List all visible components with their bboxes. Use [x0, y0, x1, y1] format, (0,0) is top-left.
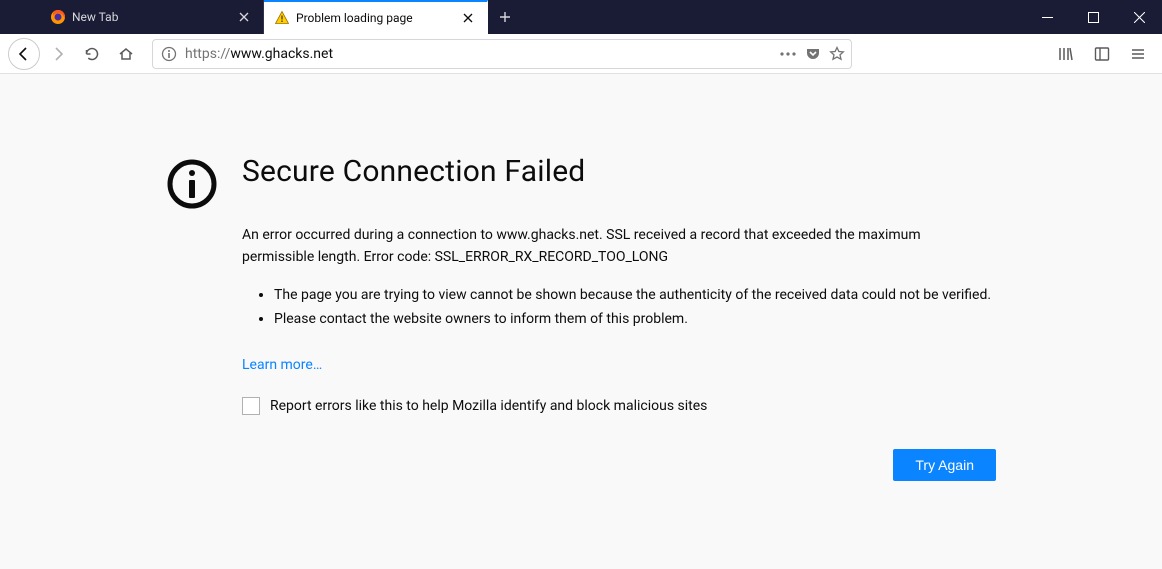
tab-new-tab[interactable]: New Tab [40, 0, 264, 34]
report-checkbox[interactable] [242, 397, 260, 415]
sidebar-icon[interactable] [1086, 38, 1118, 70]
error-container: Secure Connection Failed An error occurr… [156, 154, 1006, 481]
error-title: Secure Connection Failed [242, 154, 996, 189]
error-body: Secure Connection Failed An error occurr… [242, 154, 996, 481]
report-row: Report errors like this to help Mozilla … [242, 397, 996, 415]
try-again-button[interactable]: Try Again [893, 449, 996, 481]
forward-button[interactable] [42, 38, 74, 70]
action-row: Try Again [242, 449, 996, 481]
tab-problem-loading[interactable]: Problem loading page [264, 0, 488, 34]
titlebar: New Tab Problem loading page [0, 0, 1162, 34]
toolbar: https://www.ghacks.net [0, 34, 1162, 74]
url-host: www.ghacks.net [230, 46, 333, 62]
tabs-area: New Tab Problem loading page [0, 0, 1024, 34]
reload-button[interactable] [76, 38, 108, 70]
identity-info-icon[interactable] [159, 46, 179, 62]
home-button[interactable] [110, 38, 142, 70]
bookmark-star-icon[interactable] [829, 46, 845, 62]
close-icon[interactable] [235, 8, 253, 26]
tab-label: New Tab [72, 10, 235, 24]
page-actions [779, 46, 845, 62]
error-description: An error occurred during a connection to… [242, 225, 996, 268]
page-actions-menu-icon[interactable] [779, 51, 797, 57]
report-label: Report errors like this to help Mozilla … [270, 398, 707, 414]
toolbar-right [1050, 38, 1154, 70]
maximize-button[interactable] [1070, 0, 1116, 34]
warning-icon [274, 10, 290, 26]
error-bullet: Please contact the website owners to inf… [274, 308, 996, 332]
window-controls [1024, 0, 1162, 34]
learn-more-link[interactable]: Learn more… [242, 357, 322, 373]
tab-label: Problem loading page [296, 11, 459, 25]
error-list: The page you are trying to view cannot b… [242, 284, 996, 332]
url-text: https://www.ghacks.net [179, 46, 779, 62]
pocket-icon[interactable] [805, 46, 821, 62]
app-menu-icon[interactable] [1122, 38, 1154, 70]
library-icon[interactable] [1050, 38, 1082, 70]
error-bullet: The page you are trying to view cannot b… [274, 284, 996, 308]
close-icon[interactable] [459, 9, 477, 27]
info-circle-icon [166, 158, 218, 210]
new-tab-button[interactable] [488, 0, 522, 34]
url-protocol: https:// [185, 46, 230, 62]
content: Secure Connection Failed An error occurr… [0, 74, 1162, 481]
close-window-button[interactable] [1116, 0, 1162, 34]
firefox-icon [50, 9, 66, 25]
url-bar[interactable]: https://www.ghacks.net [152, 39, 852, 69]
minimize-button[interactable] [1024, 0, 1070, 34]
back-button[interactable] [8, 38, 40, 70]
